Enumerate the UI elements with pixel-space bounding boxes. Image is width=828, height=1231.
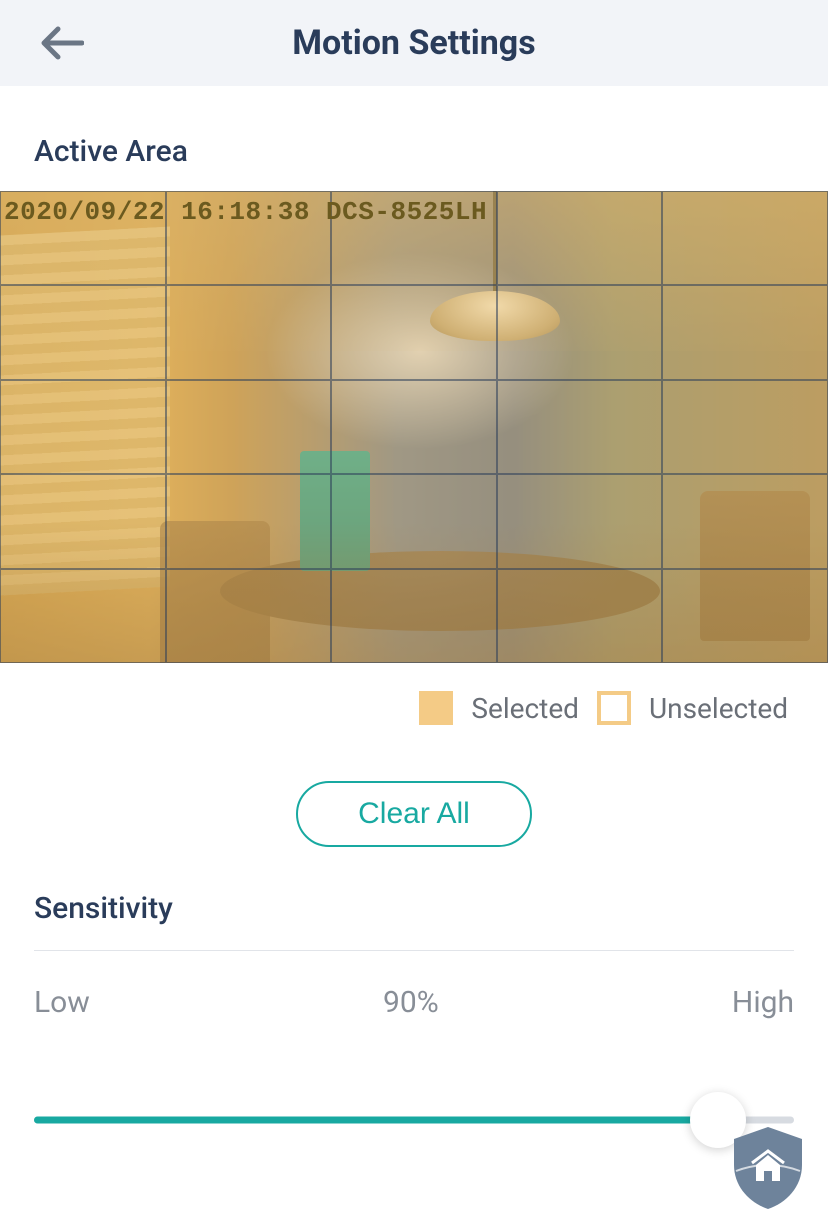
header-bar: Motion Settings: [0, 0, 828, 86]
motion-grid-cell[interactable]: [166, 569, 332, 663]
motion-grid-cell[interactable]: [0, 474, 166, 568]
motion-grid-cell[interactable]: [662, 380, 828, 474]
slider-labels: Low 90% High: [34, 985, 794, 1020]
motion-grid-cell[interactable]: [662, 285, 828, 379]
legend-selected-label: Selected: [471, 692, 579, 725]
shield-badge-icon: [726, 1121, 810, 1213]
swatch-unselected-icon: [597, 691, 631, 725]
slider-low-label: Low: [34, 985, 90, 1020]
motion-grid-cell[interactable]: [497, 474, 663, 568]
motion-grid-cell[interactable]: [331, 569, 497, 663]
swatch-selected-icon: [419, 691, 453, 725]
divider: [34, 950, 794, 951]
page-title: Motion Settings: [0, 23, 828, 63]
legend-unselected-label: Unselected: [649, 692, 788, 725]
sensitivity-label: Sensitivity: [34, 891, 794, 926]
motion-grid-cell[interactable]: [0, 285, 166, 379]
motion-grid-cell[interactable]: [662, 474, 828, 568]
motion-grid-cell[interactable]: [166, 380, 332, 474]
legend: Selected Unselected: [0, 663, 828, 725]
motion-grid-cell[interactable]: [166, 474, 332, 568]
motion-grid-cell[interactable]: [662, 569, 828, 663]
camera-osd-text: 2020/09/22 16:18:38 DCS-8525LH: [4, 197, 487, 227]
active-area-label: Active Area: [0, 86, 828, 191]
slider-value-label: 90%: [383, 985, 439, 1020]
sensitivity-slider[interactable]: [34, 1090, 794, 1150]
slider-high-label: High: [732, 985, 794, 1020]
motion-grid-cell[interactable]: [331, 285, 497, 379]
motion-grid-cell[interactable]: [0, 569, 166, 663]
motion-grid-cell[interactable]: [166, 285, 332, 379]
motion-grid-cell[interactable]: [497, 380, 663, 474]
motion-grid-cell[interactable]: [497, 569, 663, 663]
motion-grid-cell[interactable]: [662, 191, 828, 285]
motion-grid-cell[interactable]: [0, 380, 166, 474]
motion-grid-cell[interactable]: [497, 191, 663, 285]
motion-grid-cell[interactable]: [331, 474, 497, 568]
clear-button-wrap: Clear All: [0, 725, 828, 883]
back-button[interactable]: [36, 18, 86, 68]
sensitivity-section: Sensitivity Low 90% High: [0, 883, 828, 1150]
content: Active Area 2020/09/22 16:18:38 DCS-8525…: [0, 86, 828, 1150]
motion-grid-cell[interactable]: [497, 285, 663, 379]
clear-all-button[interactable]: Clear All: [296, 781, 532, 847]
slider-fill: [34, 1117, 718, 1124]
camera-preview[interactable]: 2020/09/22 16:18:38 DCS-8525LH: [0, 191, 828, 663]
arrow-left-icon: [38, 25, 84, 61]
motion-grid-cell[interactable]: [331, 380, 497, 474]
motion-grid[interactable]: [0, 191, 828, 663]
